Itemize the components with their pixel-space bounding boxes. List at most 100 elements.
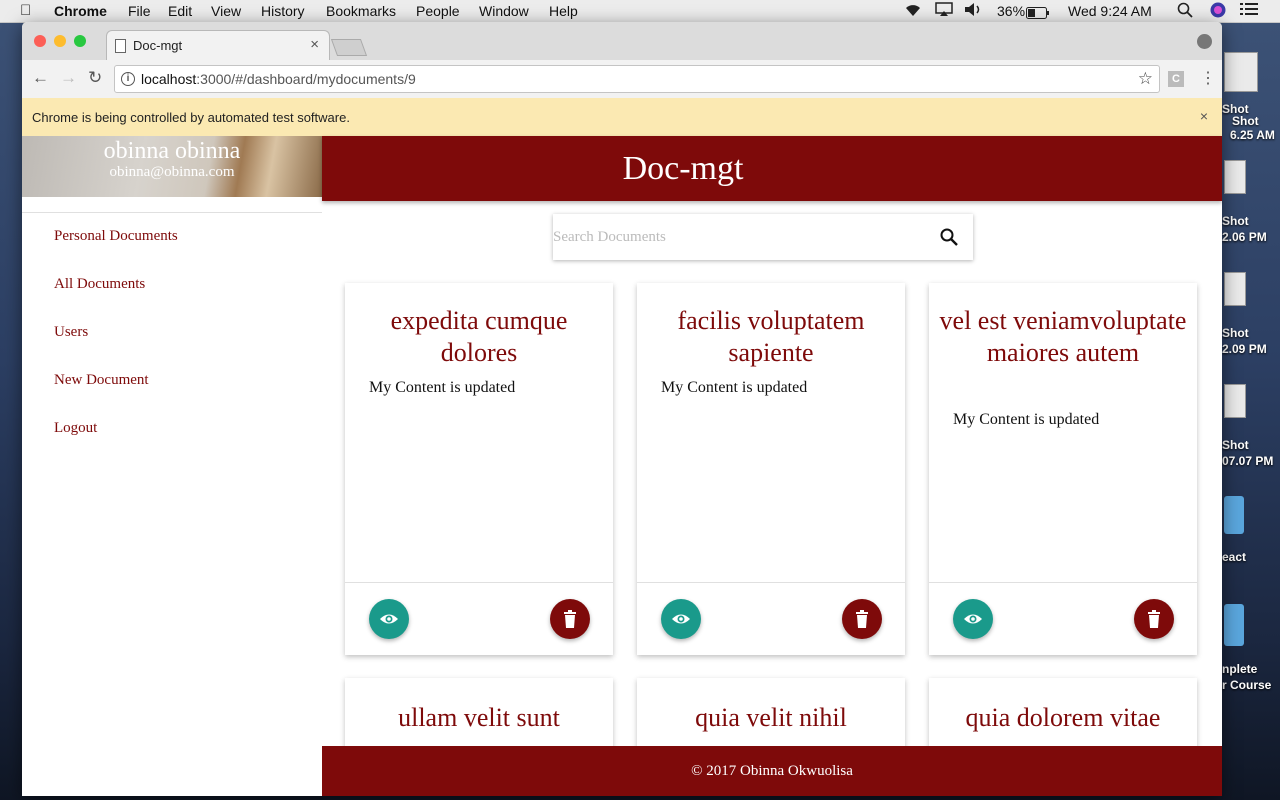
apple-icon[interactable]:  [20, 2, 31, 20]
chrome-menu-icon[interactable]: ⋮ [1200, 68, 1216, 88]
reload-icon[interactable]: ↻ [88, 68, 102, 88]
maximize-window-button[interactable] [74, 35, 86, 47]
battery-icon[interactable] [1026, 5, 1050, 23]
sidebar-item-users[interactable]: Users [54, 324, 88, 341]
spotlight-icon[interactable] [1177, 2, 1193, 22]
menu-help[interactable]: Help [549, 2, 578, 20]
desktop-label: Shot [1222, 438, 1249, 452]
forward-icon[interactable]: → [60, 68, 77, 88]
document-content: My Content is updated [369, 379, 516, 396]
document-title: facilis voluptatem sapiente [677, 306, 865, 367]
sidebar-item-logout[interactable]: Logout [54, 420, 97, 437]
menu-edit[interactable]: Edit [168, 2, 192, 20]
document-content: My Content is updated [953, 411, 1100, 428]
trash-icon [856, 610, 868, 628]
desktop-folder-icon[interactable] [1224, 604, 1244, 646]
desktop-label: nplete [1222, 662, 1258, 676]
menu-history[interactable]: History [261, 2, 305, 20]
document-title: quia velit nihil [695, 703, 847, 732]
info-icon[interactable]: i [121, 72, 135, 86]
menu-view[interactable]: View [211, 2, 241, 20]
minimize-window-button[interactable] [54, 35, 66, 47]
desktop-screenshot-thumb[interactable] [1224, 160, 1246, 194]
web-page: obinna obinna obinna@obinna.com Personal… [22, 136, 1222, 796]
close-tab-icon[interactable]: × [310, 36, 319, 53]
extension-icon[interactable]: C [1168, 71, 1184, 87]
back-icon[interactable]: ← [32, 68, 49, 88]
card-divider [929, 582, 1197, 583]
document-title: quia dolorem vitae [965, 703, 1161, 732]
desktop-screenshot-thumb[interactable] [1224, 52, 1258, 92]
search-input[interactable] [553, 214, 923, 260]
user-email: obinna@obinna.com [109, 164, 235, 180]
document-card: expedita cumque dolores My Content is up… [345, 283, 613, 655]
eye-icon [380, 614, 398, 624]
menu-people[interactable]: People [416, 2, 460, 20]
browser-window: Doc-mgt × ← → ↻ i localhost:3000/#/dashb… [22, 22, 1222, 796]
trash-icon [564, 610, 576, 628]
document-title: expedita cumque dolores [390, 306, 568, 367]
menu-bookmarks[interactable]: Bookmarks [326, 2, 396, 20]
tab-doc-mgt[interactable]: Doc-mgt × [106, 30, 330, 61]
trash-icon [1148, 610, 1160, 628]
clock[interactable]: Wed 9:24 AM [1068, 2, 1152, 20]
siri-icon[interactable] [1210, 2, 1226, 22]
sidebar-item-all-documents[interactable]: All Documents [54, 276, 145, 293]
eye-icon [964, 614, 982, 624]
delete-document-button[interactable] [550, 599, 590, 639]
automation-infobar: Chrome is being controlled by automated … [22, 98, 1222, 137]
tab-title: Doc-mgt [133, 38, 183, 53]
search-box [553, 214, 973, 260]
desktop-label: 2.09 PM [1222, 342, 1267, 356]
sidebar-item-new-document[interactable]: New Document [54, 372, 149, 389]
document-content: My Content is updated [661, 379, 808, 396]
document-title: ullam velit sunt [398, 703, 560, 732]
desktop-folder-icon[interactable] [1224, 496, 1244, 534]
card-divider [345, 582, 613, 583]
document-title: vel est veniamvoluptate maiores autem [939, 306, 1187, 367]
volume-icon[interactable] [964, 2, 984, 21]
infobar-message: Chrome is being controlled by automated … [32, 110, 350, 125]
menu-file[interactable]: File [128, 2, 151, 20]
sidebar: obinna obinna obinna@obinna.com Personal… [22, 136, 322, 796]
battery-percent: 36% [997, 3, 1026, 19]
sidebar-item-personal-documents[interactable]: Personal Documents [54, 228, 178, 245]
url-text: localhost:3000/#/dashboard/mydocuments/9 [141, 71, 416, 87]
tab-strip: Doc-mgt × [22, 22, 1222, 61]
airplay-icon[interactable] [935, 2, 953, 21]
card-divider [637, 582, 905, 583]
menu-window[interactable]: Window [479, 2, 529, 20]
desktop-label: 6.25 AM [1230, 128, 1275, 142]
app-header: Doc-mgt [322, 136, 1222, 201]
infobar-close-icon[interactable]: × [1200, 108, 1208, 124]
page-icon [115, 39, 126, 53]
wifi-icon[interactable] [903, 2, 923, 21]
delete-document-button[interactable] [842, 599, 882, 639]
document-card: vel est veniamvoluptate maiores autem My… [929, 283, 1197, 655]
desktop-screenshot-thumb[interactable] [1224, 384, 1246, 418]
browser-toolbar: ← → ↻ i localhost:3000/#/dashboard/mydoc… [22, 60, 1222, 99]
bookmark-star-icon[interactable]: ☆ [1138, 66, 1153, 92]
search-icon[interactable] [939, 227, 959, 252]
user-profile-banner: obinna obinna obinna@obinna.com [22, 136, 322, 197]
mac-menu-bar:  Chrome File Edit View History Bookmark… [0, 0, 1280, 23]
view-document-button[interactable] [953, 599, 993, 639]
new-tab-button[interactable] [330, 39, 368, 56]
app-brand[interactable]: Doc-mgt [322, 150, 1044, 188]
address-bar[interactable]: i localhost:3000/#/dashboard/mydocuments… [114, 65, 1160, 93]
view-document-button[interactable] [661, 599, 701, 639]
document-card: facilis voluptatem sapiente My Content i… [637, 283, 905, 655]
menu-app-name[interactable]: Chrome [54, 2, 107, 20]
page-footer: © 2017 Obinna Okwuolisa [322, 746, 1222, 796]
delete-document-button[interactable] [1134, 599, 1174, 639]
notification-center-icon[interactable] [1240, 2, 1258, 20]
eye-icon [672, 614, 690, 624]
close-window-button[interactable] [34, 35, 46, 47]
desktop-screenshot-thumb[interactable] [1224, 272, 1246, 306]
desktop-label: 07.07 PM [1222, 454, 1274, 468]
desktop-label: Shot [1232, 114, 1259, 128]
user-name: obinna obinna [103, 138, 241, 164]
profile-icon[interactable] [1197, 34, 1212, 49]
view-document-button[interactable] [369, 599, 409, 639]
desktop-label: Shot [1222, 326, 1249, 340]
